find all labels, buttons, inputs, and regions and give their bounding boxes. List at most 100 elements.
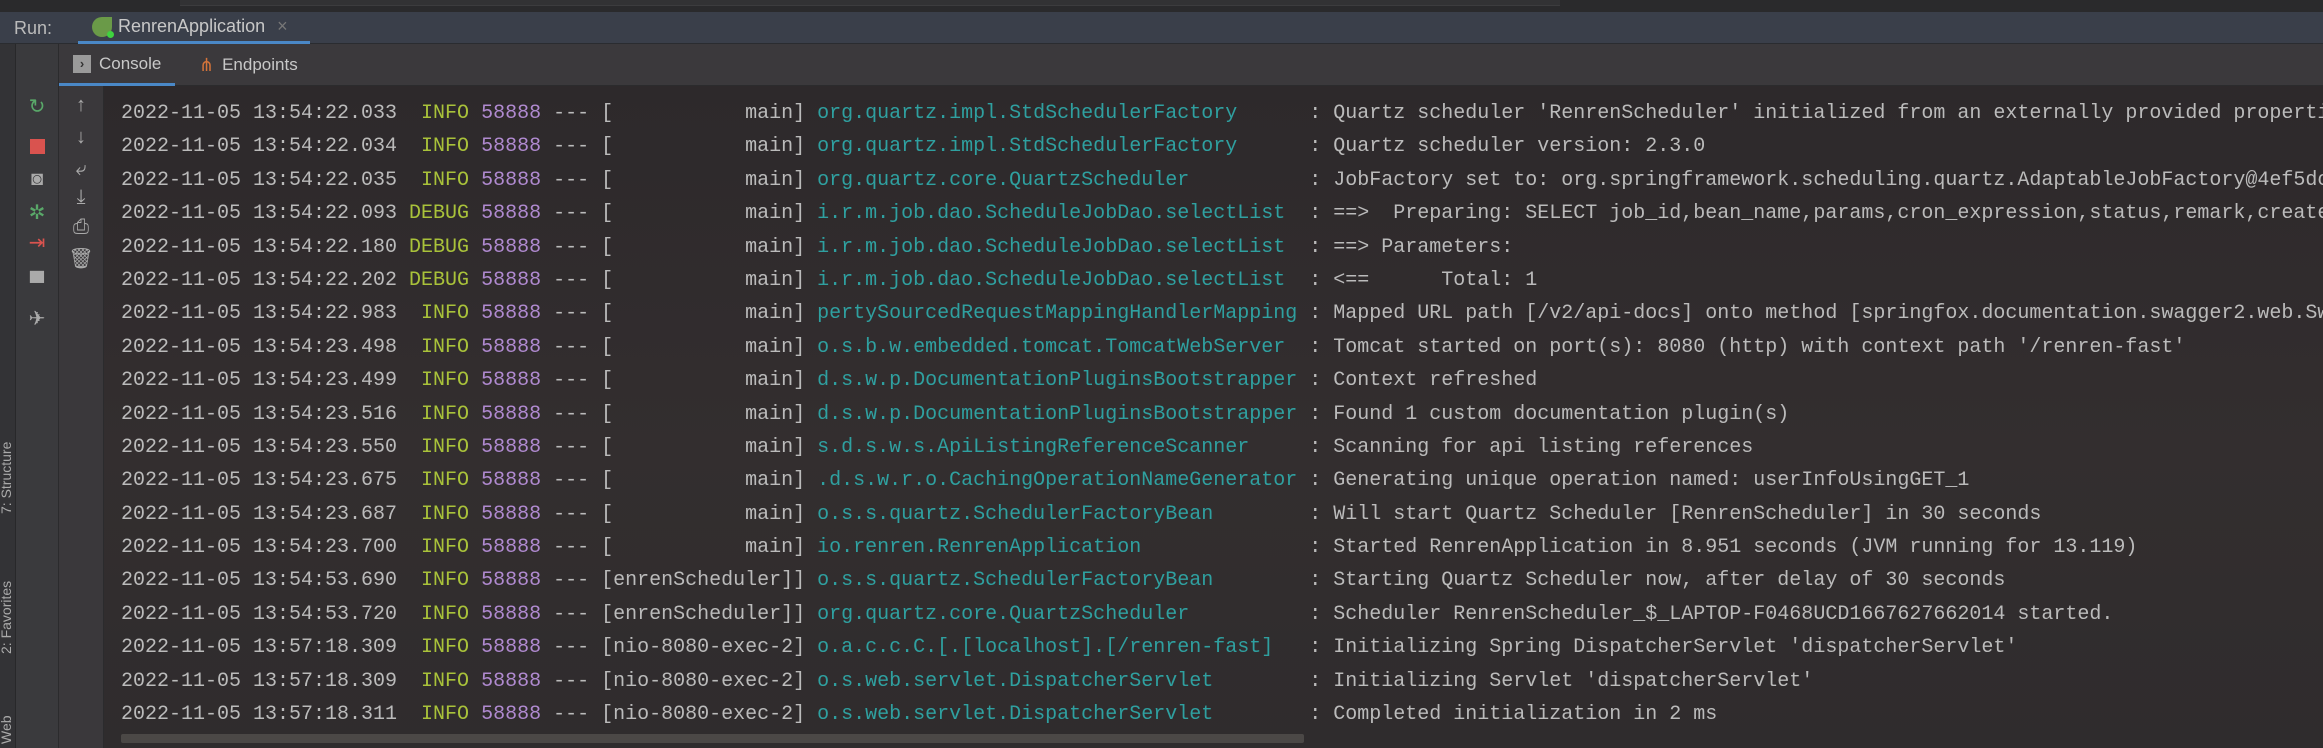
- run-tab-renren-application[interactable]: RenrenApplication ×: [78, 12, 310, 44]
- log-separator: ---: [541, 369, 602, 393]
- tab-endpoints-label: Endpoints: [222, 55, 298, 74]
- log-thread: [ main]: [601, 536, 818, 560]
- log-logger: org.quartz.impl.StdSchedulerFactory: [817, 102, 1298, 125]
- log-separator: :: [1297, 168, 1334, 192]
- log-line: 2022-11-05 13:54:22.034 INFO 58888 --- […: [121, 130, 2323, 163]
- log-message: Tomcat started on port(s): 8080 (http) w…: [1333, 335, 2186, 359]
- log-message: Context refreshed: [1333, 369, 1538, 393]
- log-line: 2022-11-05 13:54:23.550 INFO 58888 --- […: [121, 431, 2323, 464]
- log-line: 2022-11-05 13:54:23.700 INFO 58888 --- […: [121, 531, 2323, 564]
- run-actions-toolbar: ↻ ◙ ✲ ⇥ ▀ ✈: [16, 44, 59, 748]
- tab-endpoints[interactable]: ⋔ Endpoints: [199, 44, 298, 86]
- log-logger: org.quartz.core.QuartzScheduler: [817, 168, 1298, 192]
- soft-wrap-icon[interactable]: ⤶: [59, 158, 103, 181]
- log-pid: 58888: [481, 536, 542, 560]
- log-message: Initializing Spring DispatcherServlet 'd…: [1333, 636, 2018, 660]
- run-toolbar: Run: RenrenApplication ×: [0, 12, 2323, 44]
- log-separator: :: [1297, 302, 1334, 326]
- log-line: 2022-11-05 13:54:22.035 INFO 58888 --- […: [121, 164, 2323, 197]
- log-level: INFO: [409, 102, 482, 125]
- log-timestamp: 2022-11-05 13:57:18.309: [121, 669, 410, 693]
- stop-icon[interactable]: [16, 137, 58, 160]
- log-separator: ---: [541, 469, 602, 493]
- arrow-up-icon[interactable]: ↑: [59, 94, 103, 117]
- log-logger: d.s.w.p.DocumentationPluginsBootstrapper: [817, 402, 1298, 426]
- console-output[interactable]: 2022-11-05 13:54:22.033 INFO 58888 --- […: [104, 86, 2323, 748]
- side-tab-structure[interactable]: 7: Structure: [0, 442, 14, 514]
- log-timestamp: 2022-11-05 13:54:23.700: [121, 536, 410, 560]
- log-separator: ---: [541, 636, 602, 660]
- spring-boot-icon: [92, 16, 114, 38]
- side-tab-web[interactable]: Web: [0, 715, 14, 744]
- log-timestamp: 2022-11-05 13:54:22.983: [121, 302, 410, 326]
- layout-icon[interactable]: ▀: [16, 272, 58, 295]
- log-lines: 2022-11-05 13:54:22.033 INFO 58888 --- […: [121, 97, 2323, 731]
- log-level: INFO: [409, 602, 482, 626]
- log-level: INFO: [409, 302, 482, 326]
- log-level: INFO: [409, 402, 482, 426]
- log-separator: :: [1297, 536, 1334, 560]
- log-line: 2022-11-05 13:54:22.983 INFO 58888 --- […: [121, 297, 2323, 330]
- log-thread: [enrenScheduler]]: [601, 569, 818, 593]
- log-logger: o.s.web.servlet.DispatcherServlet: [817, 703, 1298, 727]
- close-icon[interactable]: ×: [277, 16, 288, 37]
- log-message: Quartz scheduler version: 2.3.0: [1333, 135, 1706, 159]
- log-thread: [ main]: [601, 335, 818, 359]
- log-separator: ---: [541, 435, 602, 459]
- log-line: 2022-11-05 13:57:18.311 INFO 58888 --- […: [121, 698, 2323, 731]
- debug-icon[interactable]: ✲: [16, 200, 58, 225]
- log-separator: ---: [541, 402, 602, 426]
- log-message: ==> Parameters:: [1333, 235, 1526, 259]
- log-logger: o.a.c.c.C.[.[localhost].[/renren-fast]: [817, 636, 1298, 660]
- log-separator: :: [1297, 402, 1334, 426]
- print-icon[interactable]: ⎙: [59, 216, 103, 239]
- log-thread: [ main]: [601, 435, 818, 459]
- log-message: ==> Preparing: SELECT job_id,bean_name,p…: [1333, 202, 2323, 226]
- log-separator: ---: [541, 335, 602, 359]
- log-logger: o.s.web.servlet.DispatcherServlet: [817, 669, 1298, 693]
- log-thread: [ main]: [601, 102, 818, 125]
- tab-console[interactable]: › Console: [59, 44, 176, 86]
- log-logger: s.d.s.w.s.ApiListingReferenceScanner: [817, 435, 1298, 459]
- log-separator: :: [1297, 268, 1334, 292]
- log-timestamp: 2022-11-05 13:54:22.093: [121, 202, 410, 226]
- trash-icon[interactable]: 🗑: [59, 246, 103, 271]
- log-pid: 58888: [481, 569, 542, 593]
- log-separator: ---: [541, 703, 602, 727]
- log-pid: 58888: [481, 669, 542, 693]
- log-line: 2022-11-05 13:54:23.498 INFO 58888 --- […: [121, 331, 2323, 364]
- log-level: INFO: [409, 569, 482, 593]
- side-tool-strip: 7: Structure 2: Favorites Web: [0, 44, 16, 748]
- log-pid: 58888: [481, 469, 542, 493]
- editor-area-edge: [0, 0, 2323, 12]
- exit-icon[interactable]: ⇥: [16, 230, 58, 255]
- pin-icon[interactable]: ✈: [16, 306, 58, 331]
- log-logger: o.s.s.quartz.SchedulerFactoryBean: [817, 502, 1298, 526]
- camera-icon[interactable]: ◙: [16, 168, 58, 191]
- log-timestamp: 2022-11-05 13:54:22.180: [121, 235, 410, 259]
- log-line: 2022-11-05 13:54:53.720 INFO 58888 --- […: [121, 598, 2323, 631]
- log-thread: [enrenScheduler]]: [601, 602, 818, 626]
- log-logger: o.s.s.quartz.SchedulerFactoryBean: [817, 569, 1298, 593]
- arrow-down-icon[interactable]: ↓: [59, 126, 103, 149]
- log-line: 2022-11-05 13:54:22.202 DEBUG 58888 --- …: [121, 264, 2323, 297]
- log-pid: 58888: [481, 268, 542, 292]
- log-message: Started RenrenApplication in 8.951 secon…: [1333, 536, 2138, 560]
- log-line: 2022-11-05 13:54:22.180 DEBUG 58888 --- …: [121, 231, 2323, 264]
- scroll-to-end-icon[interactable]: ⤓: [59, 186, 103, 209]
- rerun-icon[interactable]: ↻: [16, 94, 58, 119]
- log-logger: io.renren.RenrenApplication: [817, 536, 1298, 560]
- tab-console-label: Console: [99, 53, 162, 73]
- side-tab-favorites[interactable]: 2: Favorites: [0, 581, 14, 654]
- log-thread: [ main]: [601, 402, 818, 426]
- run-tab-title: RenrenApplication: [118, 16, 266, 36]
- log-logger: pertySourcedRequestMappingHandlerMapping: [817, 302, 1298, 326]
- log-message: Quartz scheduler 'RenrenScheduler' initi…: [1333, 102, 2323, 125]
- log-message: Mapped URL path [/v2/api-docs] onto meth…: [1333, 302, 2323, 326]
- log-level: INFO: [409, 636, 482, 660]
- horizontal-scrollbar[interactable]: [121, 734, 1304, 743]
- log-thread: [ main]: [601, 469, 818, 493]
- log-logger: i.r.m.job.dao.ScheduleJobDao.selectList: [817, 268, 1298, 292]
- log-timestamp: 2022-11-05 13:54:23.675: [121, 469, 410, 493]
- log-timestamp: 2022-11-05 13:54:22.034: [121, 135, 410, 159]
